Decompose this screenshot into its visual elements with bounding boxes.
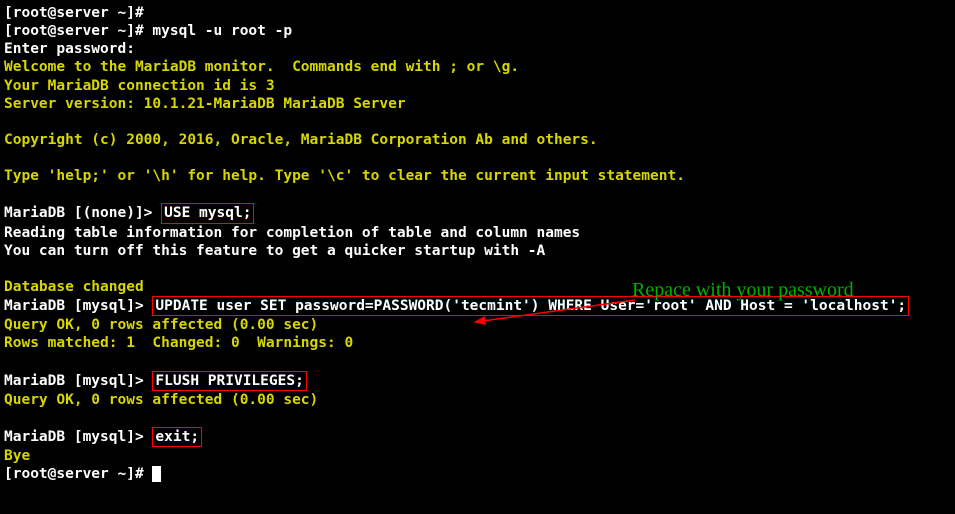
- mariadb-prompt: MariaDB [(none)]>: [4, 205, 161, 221]
- output-text: Database changed: [4, 279, 144, 295]
- mariadb-prompt: MariaDB [mysql]>: [4, 298, 152, 314]
- output-text: You can turn off this feature to get a q…: [4, 243, 545, 259]
- output-text: Enter password:: [4, 41, 144, 57]
- highlight-box-flush: FLUSH PRIVILEGES;: [152, 371, 306, 391]
- output-text: Copyright (c) 2000, 2016, Oracle, MariaD…: [4, 132, 598, 148]
- output-text: Welcome to the MariaDB monitor. Commands…: [4, 59, 519, 75]
- sql-command: FLUSH PRIVILEGES;: [155, 373, 303, 389]
- output-text: Server version: 10.1.21-MariaDB MariaDB …: [4, 96, 406, 112]
- output-text: Query OK, 0 rows affected (0.00 sec): [4, 392, 318, 408]
- output-text: Rows matched: 1 Changed: 0 Warnings: 0: [4, 335, 353, 351]
- mariadb-prompt: MariaDB [mysql]>: [4, 373, 152, 389]
- annotation-label: Repace with your password: [632, 278, 854, 303]
- cursor-icon: [152, 466, 161, 482]
- highlight-box-exit: exit;: [152, 427, 202, 447]
- command-text: mysql -u root -p: [152, 23, 292, 39]
- output-text: Your MariaDB connection id is 3: [4, 78, 275, 94]
- output-text: Type 'help;' or '\h' for help. Type '\c'…: [4, 168, 685, 184]
- shell-prompt: [root@server ~]#: [4, 5, 152, 21]
- shell-prompt: [root@server ~]#: [4, 466, 152, 482]
- output-text: Query OK, 0 rows affected (0.00 sec): [4, 317, 318, 333]
- shell-prompt: [root@server ~]#: [4, 23, 152, 39]
- output-text: Bye: [4, 448, 30, 464]
- highlight-box-use: USE mysql;: [161, 203, 254, 223]
- terminal-output: [root@server ~]# [root@server ~]# mysql …: [4, 4, 951, 483]
- mariadb-prompt: MariaDB [mysql]>: [4, 429, 152, 445]
- sql-command: exit;: [155, 429, 199, 445]
- sql-command: USE mysql;: [164, 205, 251, 221]
- output-text: Reading table information for completion…: [4, 225, 580, 241]
